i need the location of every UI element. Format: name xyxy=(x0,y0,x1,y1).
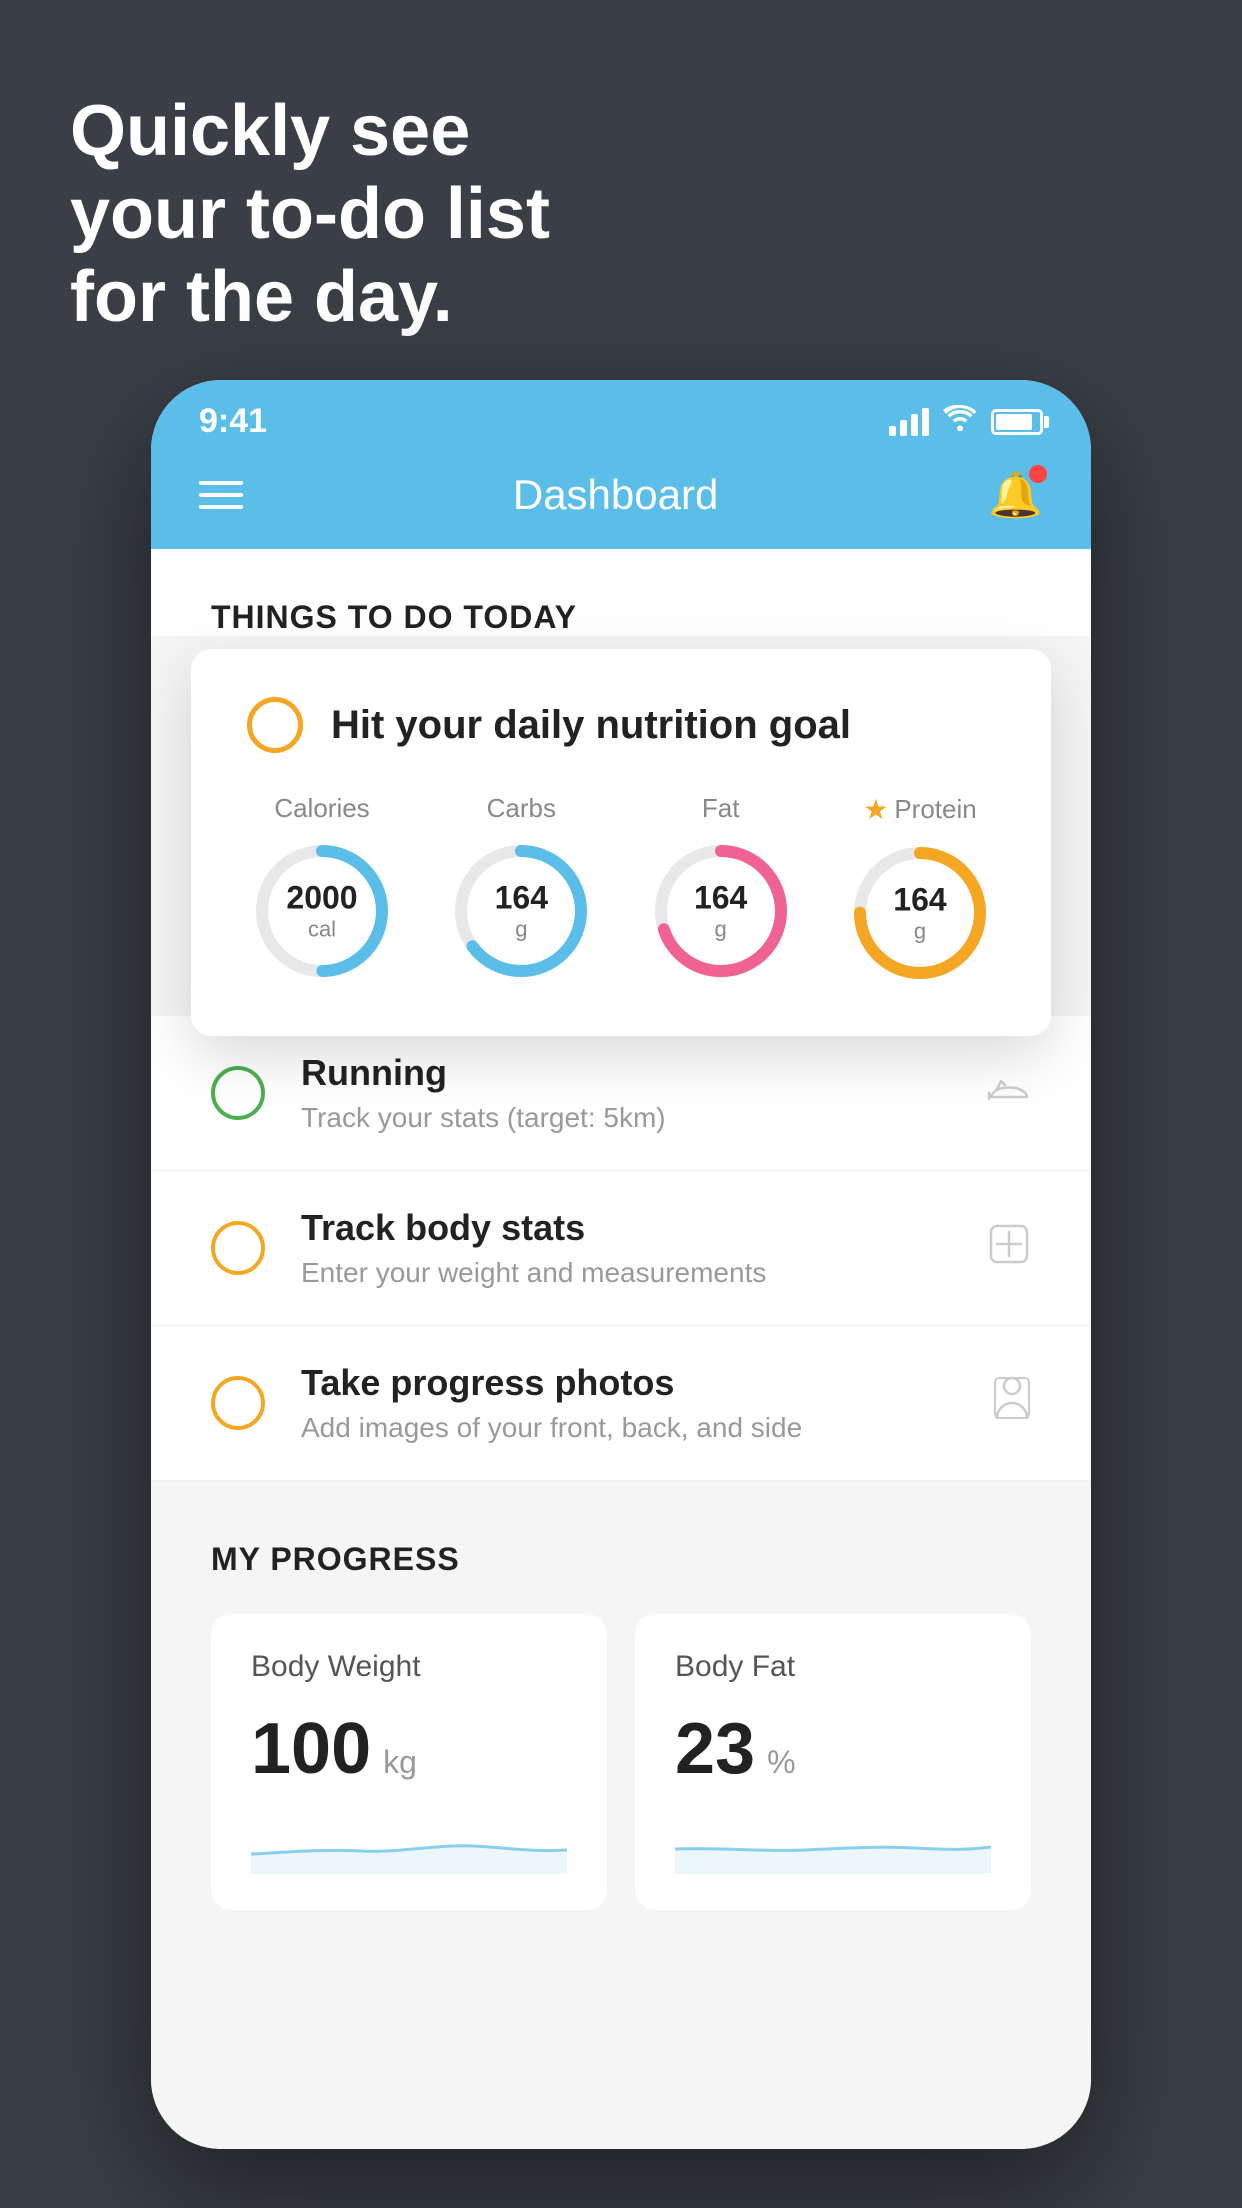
body-fat-unit: % xyxy=(767,1744,795,1781)
shoe-icon xyxy=(987,1069,1031,1117)
todo-list: Running Track your stats (target: 5km) T… xyxy=(151,1016,1091,1481)
todo-progress-photos[interactable]: Take progress photos Add images of your … xyxy=(151,1326,1091,1481)
menu-icon[interactable] xyxy=(199,481,243,509)
body-weight-value: 100 xyxy=(251,1708,371,1790)
body-fat-chart xyxy=(675,1814,991,1874)
carbs-chart: 164 g xyxy=(446,836,596,986)
wifi-icon xyxy=(943,405,977,438)
notification-dot xyxy=(1029,465,1047,483)
phone-content: THINGS TO DO TODAY Hit your daily nutrit… xyxy=(151,549,1091,2149)
running-check[interactable] xyxy=(211,1066,265,1120)
signal-icon xyxy=(889,408,929,436)
body-weight-unit: kg xyxy=(383,1744,417,1781)
body-fat-label: Body Fat xyxy=(675,1650,991,1684)
body-weight-card[interactable]: Body Weight 100 kg xyxy=(211,1614,607,1910)
nutrition-card[interactable]: Hit your daily nutrition goal Calories 2… xyxy=(191,649,1051,1036)
person-icon xyxy=(993,1376,1031,1430)
photos-subtitle: Add images of your front, back, and side xyxy=(301,1412,957,1444)
header-title: Dashboard xyxy=(513,471,718,519)
protein-chart: 164 g xyxy=(845,838,995,988)
nutrition-circles: Calories 2000 cal Carbs xyxy=(247,793,995,988)
photos-check[interactable] xyxy=(211,1376,265,1430)
status-icons xyxy=(889,405,1043,438)
progress-title: MY PROGRESS xyxy=(211,1541,1031,1578)
status-bar: 9:41 xyxy=(151,380,1091,451)
nutrition-calories: Calories 2000 cal xyxy=(247,793,397,988)
nutrition-card-header: Hit your daily nutrition goal xyxy=(247,697,995,753)
nutrition-carbs: Carbs 164 g xyxy=(446,793,596,988)
body-weight-chart xyxy=(251,1814,567,1874)
bodystats-check[interactable] xyxy=(211,1221,265,1275)
body-fat-value: 23 xyxy=(675,1708,755,1790)
todo-running[interactable]: Running Track your stats (target: 5km) xyxy=(151,1016,1091,1171)
running-subtitle: Track your stats (target: 5km) xyxy=(301,1102,951,1134)
headline: Quickly see your to-do list for the day. xyxy=(70,90,550,338)
nutrition-title: Hit your daily nutrition goal xyxy=(331,703,851,748)
calories-chart: 2000 cal xyxy=(247,836,397,986)
running-title: Running xyxy=(301,1052,951,1094)
phone-frame: 9:41 Dashboard 🔔 xyxy=(151,380,1091,2149)
photos-title: Take progress photos xyxy=(301,1362,957,1404)
bodystats-subtitle: Enter your weight and measurements xyxy=(301,1257,951,1289)
todo-body-stats[interactable]: Track body stats Enter your weight and m… xyxy=(151,1171,1091,1326)
battery-icon xyxy=(991,409,1043,435)
progress-section: MY PROGRESS Body Weight 100 kg xyxy=(151,1481,1091,1960)
body-fat-card[interactable]: Body Fat 23 % xyxy=(635,1614,1031,1910)
nutrition-protein: ★ Protein 164 g xyxy=(845,793,995,988)
scale-icon xyxy=(987,1222,1031,1274)
notification-bell[interactable]: 🔔 xyxy=(988,469,1043,521)
nutrition-fat: Fat 164 g xyxy=(646,793,796,988)
bodystats-title: Track body stats xyxy=(301,1207,951,1249)
progress-cards: Body Weight 100 kg Body Fat xyxy=(211,1614,1031,1910)
body-weight-label: Body Weight xyxy=(251,1650,567,1684)
status-time: 9:41 xyxy=(199,402,267,441)
fat-chart: 164 g xyxy=(646,836,796,986)
things-section: THINGS TO DO TODAY xyxy=(151,549,1091,636)
protein-star-icon: ★ xyxy=(863,793,888,826)
things-title: THINGS TO DO TODAY xyxy=(211,599,1031,636)
todo-check-circle[interactable] xyxy=(247,697,303,753)
app-header: Dashboard 🔔 xyxy=(151,451,1091,549)
